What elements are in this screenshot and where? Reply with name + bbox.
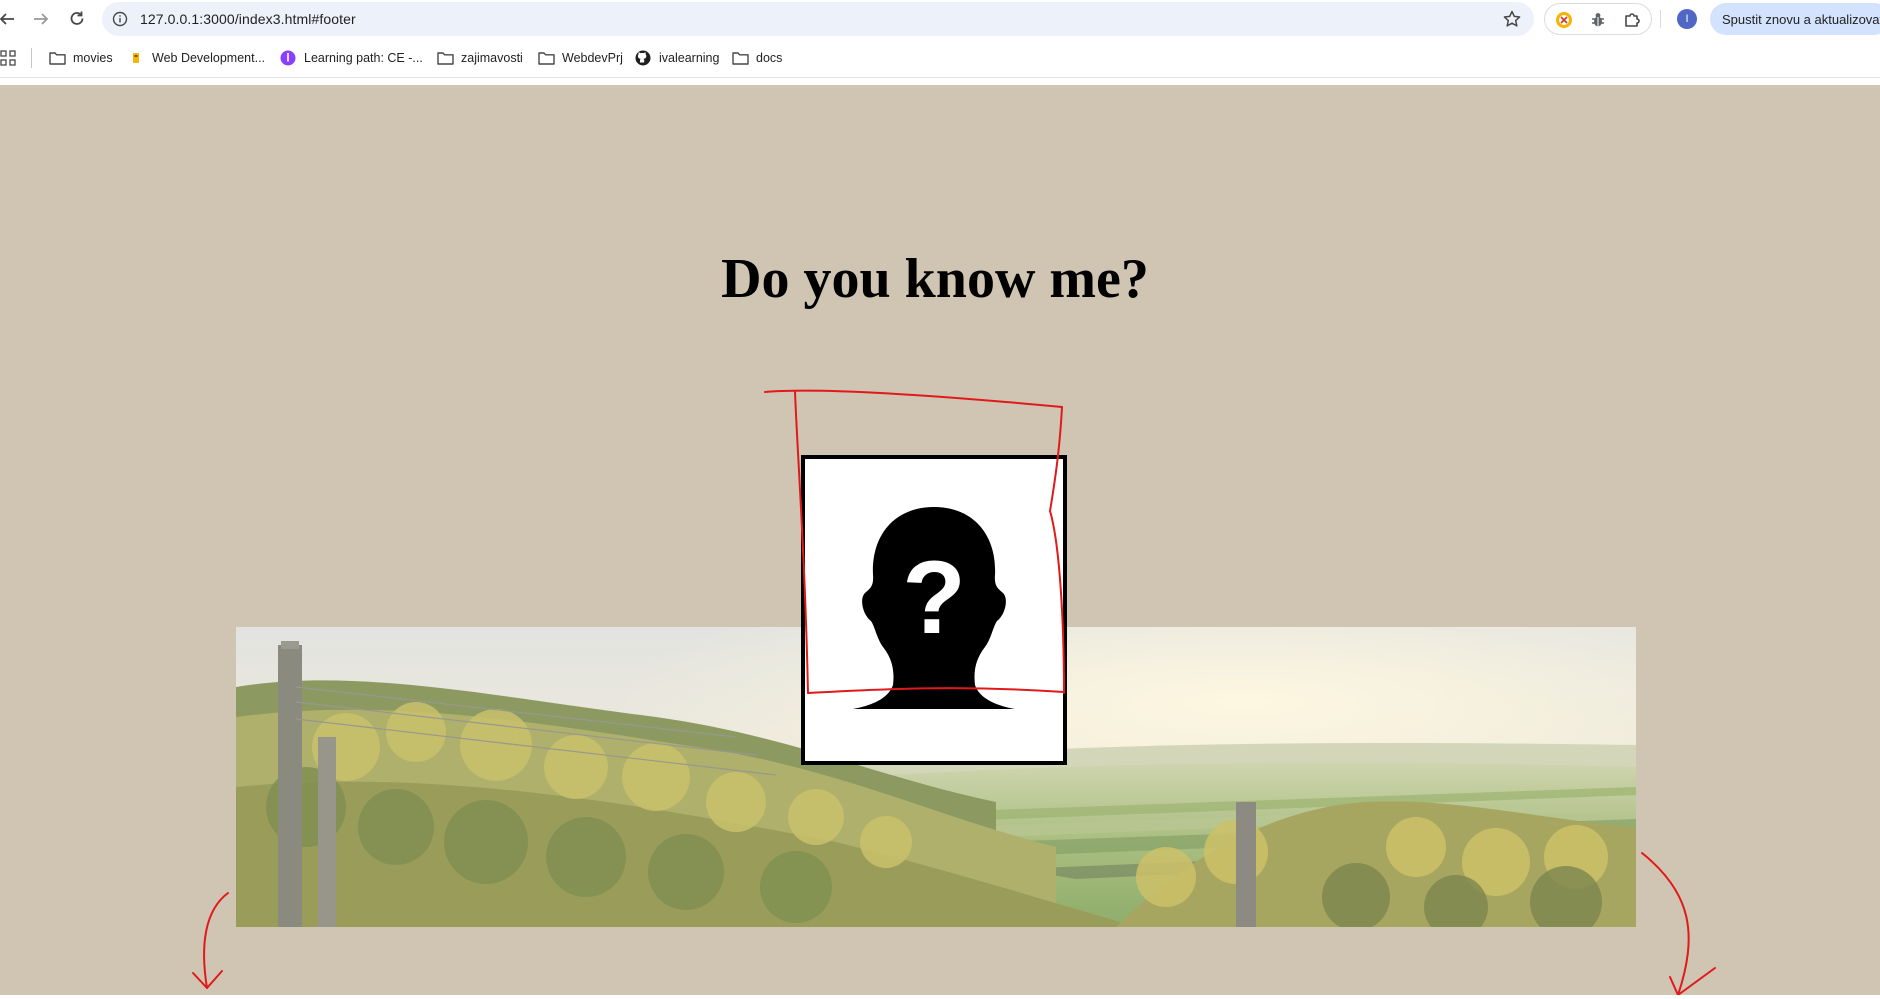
extensions-group	[1544, 3, 1652, 35]
forward-icon[interactable]	[30, 8, 52, 30]
bookmarks-separator	[31, 48, 32, 68]
annotation-arrow-right	[1641, 852, 1690, 995]
bookmark-label: ivalearning	[659, 51, 720, 65]
bookmark-web-development[interactable]: Web Development...	[127, 47, 265, 69]
url-text[interactable]: 127.0.0.1:3000/index3.html#footer	[140, 11, 356, 27]
site-favicon	[127, 50, 145, 66]
update-button[interactable]: Spustit znovu a aktualizovat	[1710, 3, 1880, 35]
apps-grid-icon[interactable]	[0, 50, 16, 66]
bookmark-docs[interactable]: docs	[731, 47, 782, 69]
folder-icon	[537, 50, 555, 66]
extension-icon[interactable]	[1555, 11, 1573, 29]
bookmark-movies[interactable]: movies	[48, 47, 113, 69]
bookmark-webdevprj[interactable]: WebdevPrj	[537, 47, 623, 69]
bookmark-star-icon[interactable]	[1502, 9, 1522, 29]
annotation-arrowhead-right	[1669, 967, 1716, 995]
page-title: Do you know me?	[721, 248, 1149, 310]
reload-icon[interactable]	[66, 8, 88, 30]
unknown-person-silhouette-icon: ?	[853, 507, 1015, 709]
annotation-box-top	[764, 389, 1063, 408]
unknown-person-portrait: ?	[801, 455, 1067, 765]
bookmark-zajimavosti[interactable]: zajimavosti	[436, 47, 523, 69]
bookmark-label: docs	[756, 51, 783, 65]
annotation-arrowhead-left	[192, 970, 223, 989]
page-content: Do you know me? ?	[0, 85, 1880, 995]
learning-favicon	[279, 50, 297, 66]
toolbar-separator	[1660, 10, 1661, 28]
address-bar[interactable]: 127.0.0.1:3000/index3.html#footer	[102, 2, 1534, 36]
profile-avatar[interactable]: I	[1677, 9, 1697, 29]
bookmark-label: Learning path: CE -...	[304, 51, 423, 65]
bookmark-label: zajimavosti	[461, 51, 523, 65]
folder-icon	[48, 50, 66, 66]
folder-icon	[436, 50, 454, 66]
site-info-icon[interactable]	[112, 11, 128, 27]
bookmarks-bar: movies Web Development... Learning path:…	[0, 38, 1880, 78]
browser-toolbar: 127.0.0.1:3000/index3.html#footer I Spus…	[0, 0, 1880, 38]
back-icon[interactable]	[0, 8, 18, 30]
bookmark-label: WebdevPrj	[562, 51, 623, 65]
folder-icon	[731, 50, 749, 66]
svg-text:?: ?	[902, 540, 966, 656]
github-icon	[634, 50, 652, 66]
bookmark-label: movies	[73, 51, 113, 65]
puzzle-icon[interactable]	[1623, 11, 1641, 29]
bookmark-label: Web Development...	[152, 51, 266, 65]
bookmark-learning-path[interactable]: Learning path: CE -...	[279, 47, 423, 69]
annotation-arrow-left	[203, 892, 229, 989]
bug-icon[interactable]	[1589, 11, 1607, 29]
bookmark-ivalearning[interactable]: ivalearning	[634, 47, 719, 69]
